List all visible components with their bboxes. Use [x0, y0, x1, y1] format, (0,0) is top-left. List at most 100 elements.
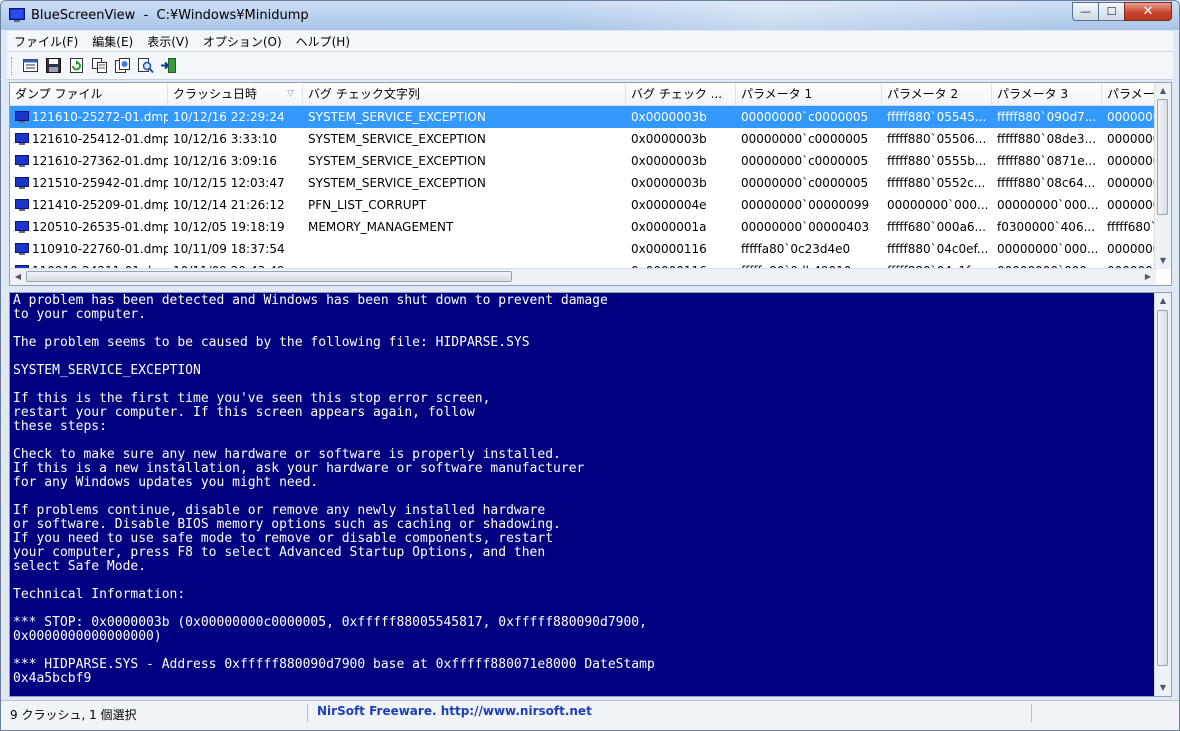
cell-dump-file: 110910-22760-01.dmp: [10, 238, 168, 260]
dump-file-icon: [15, 111, 29, 123]
cell-crash-time: 10/12/14 21:26:12: [173, 198, 285, 212]
cell-parameter-2: fffff880`04c0ef...: [887, 242, 989, 256]
cell-parameter-3: 00000000`000...: [997, 242, 1099, 256]
dump-file-name: 121610-25412-01.dmp: [32, 132, 168, 146]
maximize-button[interactable]: ☐: [1098, 2, 1125, 21]
menu-file[interactable]: ファイル(F): [7, 33, 85, 50]
cell-bug-check-code: 0x0000003b: [631, 110, 707, 124]
cell-parameter-3: fffff880`0871e...: [997, 154, 1097, 168]
save-button[interactable]: [43, 55, 64, 76]
table-row[interactable]: 121610-27362-01.dmp 10/12/16 3:09:16 SYSTE…: [10, 150, 1156, 172]
copy-button[interactable]: [89, 55, 110, 76]
cell-bug-check-string: PFN_LIST_CORRUPT: [308, 198, 427, 212]
cell-parameter-1: 00000000`00000403: [741, 220, 870, 234]
exit-button[interactable]: [158, 55, 179, 76]
cell-parameter-2: fffff680`000a6...: [887, 220, 986, 234]
scroll-up-arrow[interactable]: ▲: [1155, 293, 1171, 309]
properties-icon: [23, 59, 38, 72]
cell-crash-time: 10/12/16 3:33:10: [173, 132, 277, 146]
scroll-down-arrow[interactable]: ▼: [1155, 680, 1171, 696]
column-header-label: クラッシュ日時: [173, 87, 258, 101]
table-row[interactable]: 120510-26535-01.dmp 10/12/05 19:18:19 MEMO…: [10, 216, 1156, 238]
status-separator: [1031, 704, 1032, 722]
minimize-button[interactable]: —: [1072, 2, 1099, 21]
table-row[interactable]: 121610-25272-01.dmp 10/12/16 22:29:24 SYST…: [10, 106, 1156, 128]
cell-dump-file: 121610-27362-01.dmp: [10, 150, 168, 172]
menu-edit[interactable]: 編集(E): [85, 33, 140, 50]
cell-crash-time: 10/12/16 22:29:24: [173, 110, 285, 124]
cell-parameter-1: 00000000`c0000005: [741, 132, 869, 146]
list-horizontal-scrollbar[interactable]: ◀ ▶: [10, 268, 1156, 285]
cell-parameter-2: 00000000`000...: [887, 198, 989, 212]
cell-parameter-4: fffff680`: [1107, 220, 1156, 234]
html-report-button[interactable]: [112, 55, 133, 76]
dump-file-icon: [15, 199, 29, 211]
column-header-parameter-4[interactable]: パラメー: [1102, 83, 1156, 105]
cell-parameter-3: fffff880`08c64...: [997, 176, 1096, 190]
bsod-preview-pane: A problem has been detected and Windows …: [9, 292, 1172, 697]
column-header-parameter-1[interactable]: パラメータ 1: [736, 83, 882, 105]
dump-file-name: 121510-25942-01.dmp: [32, 176, 168, 190]
list-hscroll-thumb[interactable]: [26, 271, 512, 282]
scroll-right-arrow[interactable]: ▶: [1140, 269, 1156, 285]
cell-dump-file: 121610-25272-01.dmp: [10, 106, 168, 128]
app-icon: [9, 8, 25, 22]
list-vscroll-thumb[interactable]: [1157, 99, 1168, 215]
bsod-vertical-scrollbar[interactable]: ▲ ▼: [1154, 293, 1171, 696]
cell-parameter-1: 00000000`c0000005: [741, 176, 869, 190]
cell-bug-check-code: 0x0000003b: [631, 176, 707, 190]
find-button[interactable]: [135, 55, 156, 76]
cell-parameter-2: fffff880`0552c...: [887, 176, 986, 190]
toolbar: [7, 52, 1173, 80]
cell-parameter-4: 0000000: [1107, 242, 1156, 256]
column-header-crash-time[interactable]: クラッシュ日時 ▽: [168, 83, 303, 105]
title-bar[interactable]: BlueScreenView - C:¥Windows¥Minidump — ☐…: [1, 1, 1179, 30]
menu-view[interactable]: 表示(V): [140, 33, 196, 50]
cell-parameter-2: fffff880`05545...: [887, 110, 987, 124]
menu-options[interactable]: オプション(O): [196, 33, 289, 50]
dump-file-name: 120510-26535-01.dmp: [32, 220, 168, 234]
cell-bug-check-string: SYSTEM_SERVICE_EXCEPTION: [308, 154, 486, 168]
nirsoft-link[interactable]: NirSoft Freeware. http://www.nirsoft.net: [317, 704, 592, 718]
table-row[interactable]: 121610-25412-01.dmp 10/12/16 3:33:10 SYSTE…: [10, 128, 1156, 150]
cell-bug-check-code: 0x0000003b: [631, 154, 707, 168]
menu-help[interactable]: ヘルプ(H): [289, 33, 357, 50]
cell-dump-file: 121510-25942-01.dmp: [10, 172, 168, 194]
cell-crash-time: 10/12/15 12:03:47: [173, 176, 285, 190]
cell-bug-check-string: MEMORY_MANAGEMENT: [308, 220, 454, 234]
cell-parameter-4: 0000000: [1107, 198, 1156, 212]
table-row[interactable]: 121510-25942-01.dmp 10/12/15 12:03:47 SYST…: [10, 172, 1156, 194]
status-separator: [307, 704, 308, 722]
cell-parameter-4: 0000000: [1107, 176, 1156, 190]
column-header-bug-check-string[interactable]: バグ チェック文字列: [303, 83, 626, 105]
column-header-parameter-2[interactable]: パラメータ 2: [882, 83, 992, 105]
cell-bug-check-string: SYSTEM_SERVICE_EXCEPTION: [308, 132, 486, 146]
cell-dump-file: 121410-25209-01.dmp: [10, 194, 168, 216]
properties-button[interactable]: [20, 55, 41, 76]
table-row[interactable]: 121410-25209-01.dmp 10/12/14 21:26:12 PFN_…: [10, 194, 1156, 216]
cell-parameter-4: 0000000: [1107, 154, 1156, 168]
cell-dump-file: 121610-25412-01.dmp: [10, 128, 168, 150]
close-button[interactable]: ✕: [1124, 2, 1172, 21]
dump-file-icon: [15, 221, 29, 233]
save-icon: [46, 58, 61, 73]
scroll-left-arrow[interactable]: ◀: [10, 269, 26, 285]
refresh-icon: [70, 58, 83, 73]
column-header-bug-check-code[interactable]: バグ チェック ...: [626, 83, 736, 105]
column-header-dump-file[interactable]: ダンプ ファイル: [10, 83, 168, 105]
cell-dump-file: 120510-26535-01.dmp: [10, 216, 168, 238]
status-bar: 9 クラッシュ, 1 個選択 NirSoft Freeware. http://…: [1, 700, 1179, 730]
window-title: BlueScreenView - C:¥Windows¥Minidump: [31, 8, 309, 23]
refresh-button[interactable]: [66, 55, 87, 76]
cell-parameter-1: 00000000`c0000005: [741, 154, 869, 168]
table-row[interactable]: 110910-22760-01.dmp 10/11/09 18:37:54 0x00…: [10, 238, 1156, 260]
dump-file-icon: [15, 177, 29, 189]
scroll-down-arrow[interactable]: ▼: [1155, 253, 1171, 269]
list-vertical-scrollbar[interactable]: ▲ ▼: [1154, 83, 1171, 269]
bsod-vscroll-thumb[interactable]: [1157, 310, 1168, 666]
dump-file-name: 110910-22760-01.dmp: [32, 242, 168, 256]
cell-parameter-3: fffff880`090d7...: [997, 110, 1097, 124]
column-header-parameter-3[interactable]: パラメータ 3: [992, 83, 1102, 105]
scroll-up-arrow[interactable]: ▲: [1155, 83, 1171, 99]
cell-parameter-4: 0000000: [1107, 110, 1156, 124]
